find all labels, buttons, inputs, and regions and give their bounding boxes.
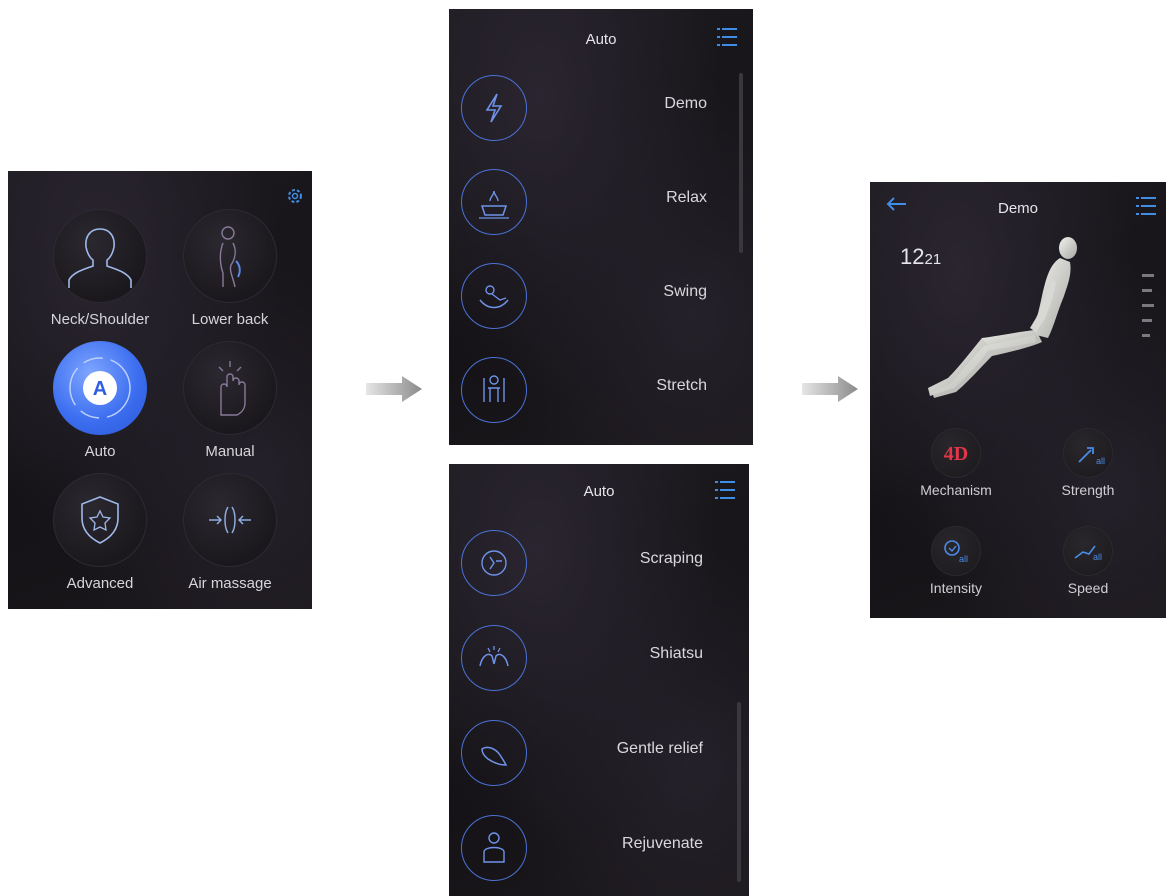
body-part-indicators bbox=[1142, 270, 1158, 337]
tile-label: Auto bbox=[84, 443, 116, 460]
strength-badge: all bbox=[1096, 456, 1105, 466]
mode-item-relax[interactable]: Relax bbox=[449, 158, 753, 248]
body-figure-icon bbox=[928, 237, 1077, 398]
auto-list-screen-2: Auto Scraping Shiatsu Gentle relief Reju… bbox=[449, 464, 749, 896]
speed-button[interactable]: all Speed bbox=[1038, 526, 1138, 596]
air-massage-icon bbox=[209, 506, 251, 534]
menu-list-icon[interactable] bbox=[1136, 194, 1158, 218]
body-part-icon bbox=[1142, 274, 1154, 277]
auto-badge: A bbox=[93, 378, 107, 400]
function-label: Speed bbox=[1067, 580, 1109, 596]
strength-icon: all bbox=[1078, 447, 1105, 466]
stretch-icon bbox=[483, 375, 505, 402]
lightning-icon bbox=[485, 93, 503, 123]
rejuvenate-icon bbox=[483, 832, 505, 863]
swing-icon bbox=[479, 285, 509, 309]
manual-icon bbox=[218, 361, 246, 416]
mode-label: Swing bbox=[663, 283, 707, 300]
function-label: Intensity bbox=[929, 580, 983, 596]
mode-label: Shiatsu bbox=[649, 645, 703, 662]
tile-label: Neck/Shoulder bbox=[50, 311, 150, 328]
mode-item-gentle-relief[interactable]: Gentle relief bbox=[449, 709, 749, 799]
demo-screen: Demo 1221 4D Mechanism all Strength all … bbox=[870, 182, 1166, 618]
tile-label: Manual bbox=[205, 443, 255, 460]
relax-icon bbox=[479, 190, 509, 219]
tile-label: Advanced bbox=[66, 575, 134, 592]
mode-item-rejuvenate[interactable]: Rejuvenate bbox=[449, 804, 749, 894]
tile-manual[interactable]: Manual bbox=[165, 341, 295, 460]
tile-label: Lower back bbox=[191, 311, 269, 328]
intensity-button[interactable]: all Intensity bbox=[906, 526, 1006, 596]
strength-button[interactable]: all Strength bbox=[1038, 428, 1138, 498]
tile-neck-shoulder[interactable]: Neck/Shoulder bbox=[35, 209, 165, 328]
function-label: Mechanism bbox=[920, 482, 992, 498]
speed-badge: all bbox=[1093, 552, 1102, 562]
mode-item-shiatsu[interactable]: Shiatsu bbox=[449, 614, 749, 704]
function-label: Strength bbox=[1061, 482, 1115, 498]
mode-label: Relax bbox=[666, 189, 707, 206]
menu-list-icon[interactable] bbox=[717, 25, 739, 49]
intensity-badge: all bbox=[959, 554, 968, 564]
mode-label: Demo bbox=[664, 95, 707, 112]
menu-list-icon[interactable] bbox=[715, 478, 737, 502]
tile-label: Air massage bbox=[188, 575, 272, 592]
flow-arrow-icon bbox=[366, 376, 422, 402]
mode-item-demo[interactable]: Demo bbox=[449, 64, 753, 154]
shiatsu-icon bbox=[479, 646, 509, 667]
neck-shoulder-icon bbox=[68, 228, 132, 288]
tile-lower-back[interactable]: Lower back bbox=[165, 209, 295, 328]
body-part-icon bbox=[1142, 289, 1152, 292]
home-screen: Neck/Shoulder Lower back A Auto Manual A… bbox=[8, 171, 312, 609]
mode-item-stretch[interactable]: Stretch bbox=[449, 346, 753, 436]
mode-label: Gentle relief bbox=[616, 740, 703, 757]
flow-arrow-icon bbox=[802, 376, 858, 402]
4d-badge: 4D bbox=[944, 443, 968, 465]
body-part-icon bbox=[1142, 334, 1150, 337]
tile-air-massage[interactable]: Air massage bbox=[165, 473, 295, 592]
mode-item-scraping[interactable]: Scraping bbox=[449, 519, 749, 609]
lower-back-icon bbox=[219, 226, 241, 288]
intensity-icon: all bbox=[944, 540, 968, 564]
mechanism-button[interactable]: 4D Mechanism bbox=[906, 428, 1006, 498]
speed-icon: all bbox=[1074, 545, 1102, 562]
gentle-relief-icon bbox=[481, 746, 508, 766]
gear-icon[interactable] bbox=[285, 186, 305, 206]
mode-label: Rejuvenate bbox=[622, 835, 703, 852]
advanced-icon bbox=[81, 496, 119, 544]
tile-advanced[interactable]: Advanced bbox=[35, 473, 165, 592]
scraping-icon bbox=[481, 550, 507, 576]
auto-icon: A bbox=[69, 357, 131, 419]
auto-list-screen-1: Auto Demo Relax Swing Stretch bbox=[449, 9, 753, 445]
screen-title: Auto bbox=[583, 483, 615, 500]
screen-title: Demo bbox=[997, 200, 1038, 217]
4d-mechanism-icon: 4D bbox=[944, 443, 968, 465]
mode-label: Stretch bbox=[656, 377, 707, 394]
screen-title: Auto bbox=[585, 31, 617, 48]
tile-auto[interactable]: A Auto bbox=[35, 341, 165, 460]
body-part-icon bbox=[1142, 319, 1152, 322]
body-part-icon bbox=[1142, 304, 1154, 307]
mode-item-swing[interactable]: Swing bbox=[449, 252, 753, 342]
mode-label: Scraping bbox=[639, 550, 703, 567]
